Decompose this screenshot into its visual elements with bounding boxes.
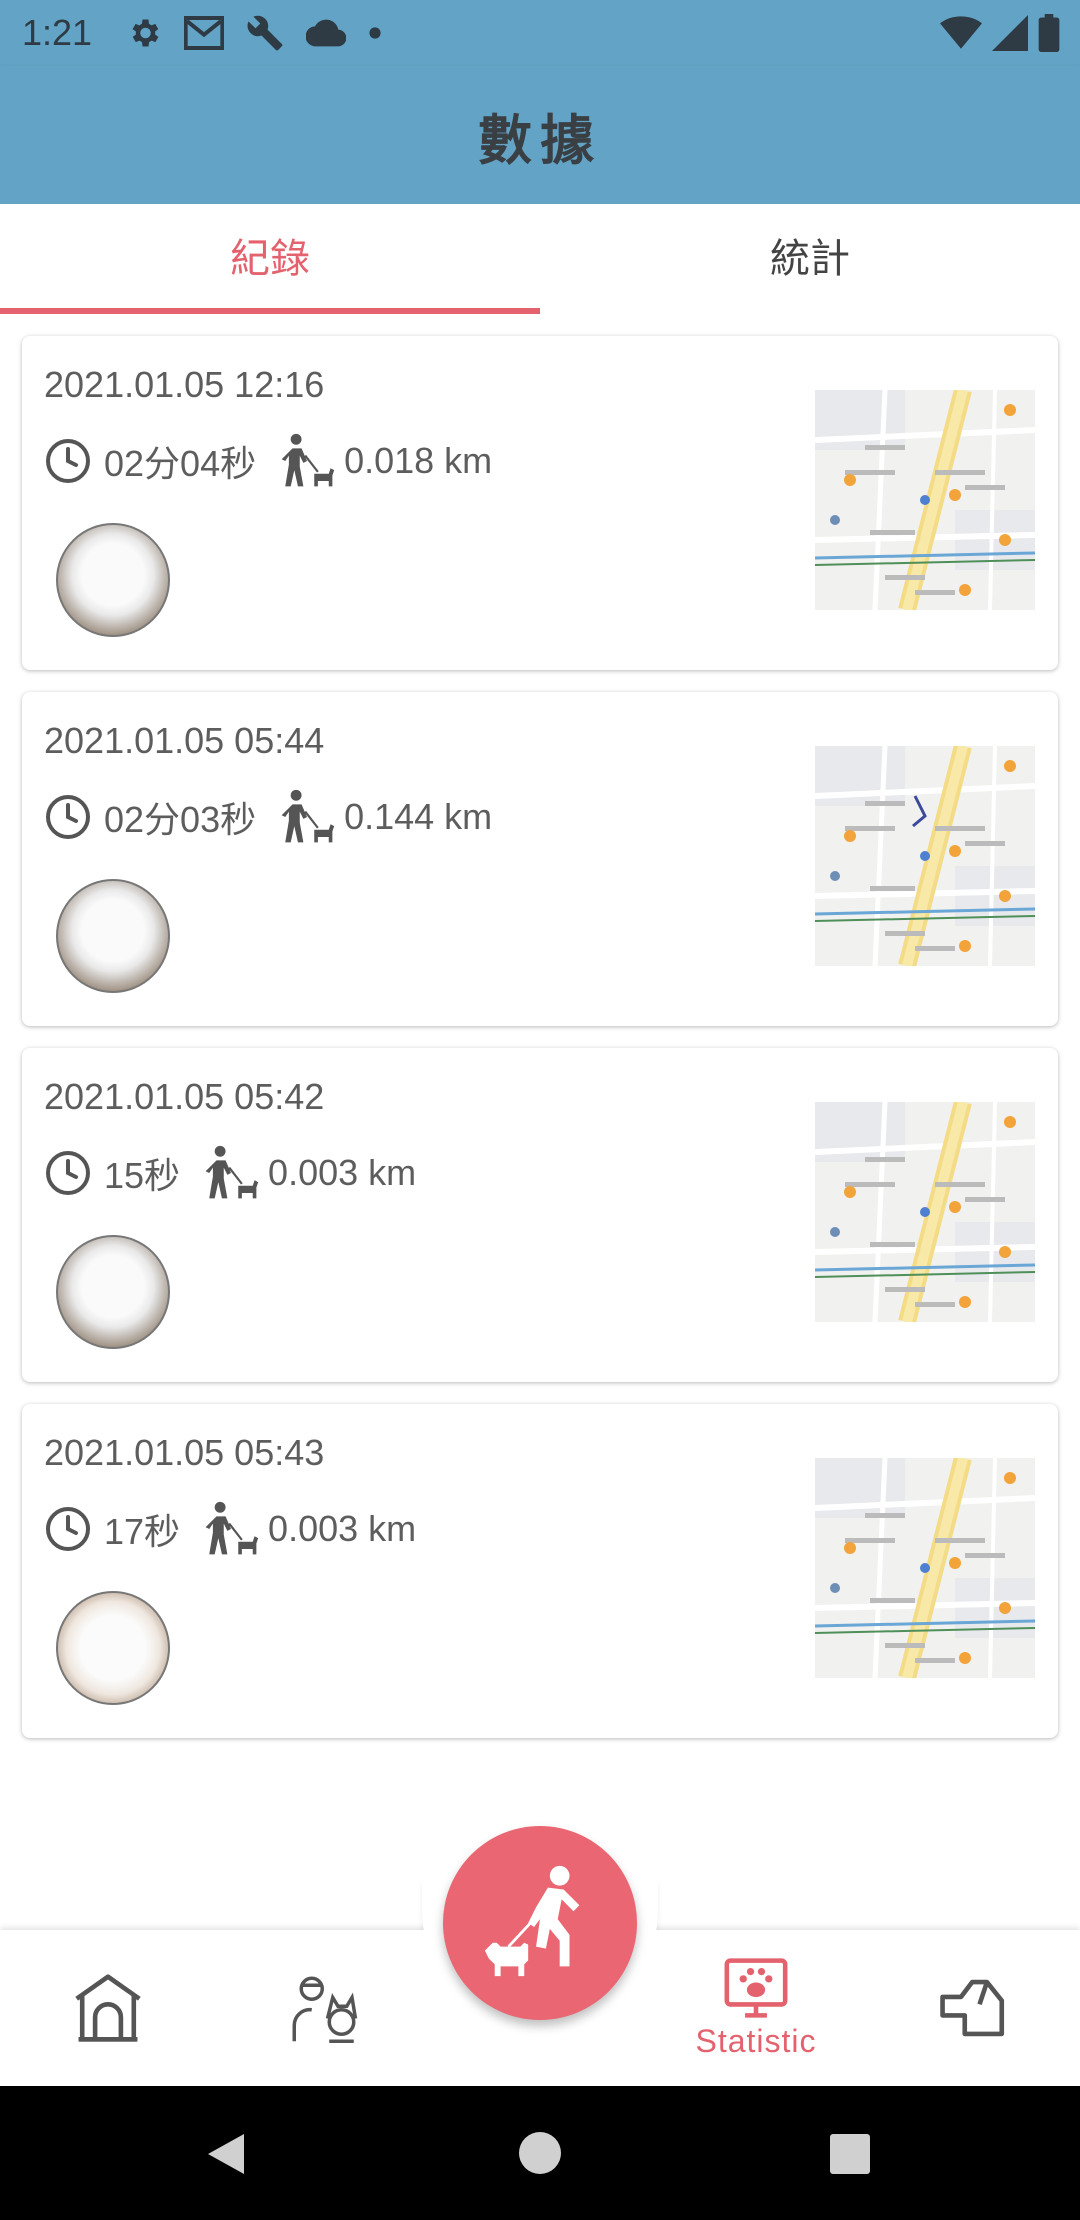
route-map-thumbnail: [815, 1102, 1035, 1322]
route-map-thumbnail: [815, 1458, 1035, 1678]
status-icons-right: [940, 14, 1060, 52]
app-bar: 數據: [0, 66, 1080, 204]
paw-board-icon: [724, 1957, 788, 2018]
clock-icon: [46, 795, 90, 839]
walking-dog-icon: [281, 789, 335, 843]
record-datetime: 2021.01.05 05:42: [44, 1076, 325, 1117]
wifi-icon: [940, 16, 982, 49]
owner-with-dog-icon: [292, 1976, 358, 2043]
nav-home[interactable]: [38, 1930, 178, 2086]
dog-house-icon: [75, 1974, 141, 2042]
dog-avatar: [56, 523, 170, 637]
back-icon[interactable]: [204, 2130, 248, 2178]
nav-statistic-label: Statistic: [695, 2022, 817, 2059]
signal-icon: [992, 15, 1028, 51]
route-map-thumbnail: [815, 746, 1035, 966]
dog-avatar: [56, 1591, 170, 1705]
page-title: 數據: [478, 109, 602, 172]
tab-records[interactable]: 紀錄: [0, 204, 540, 314]
start-walk-button[interactable]: [443, 1826, 637, 2020]
record-distance: 0.018 km: [344, 440, 493, 481]
walk-dog-icon: [484, 1865, 580, 1977]
nav-pet[interactable]: [904, 1930, 1044, 2086]
status-time: 1:21: [22, 12, 93, 53]
cloud-icon: [306, 19, 346, 47]
home-icon[interactable]: [519, 2132, 561, 2174]
dog-avatar: [56, 1235, 170, 1349]
tab-statistics[interactable]: 統計: [540, 204, 1080, 314]
tab-bar: 紀錄 統計: [0, 204, 1080, 314]
record-datetime: 2021.01.05 05:44: [44, 720, 325, 761]
gear-icon: [132, 19, 159, 47]
gmail-icon: [184, 16, 224, 50]
tab-indicator: [0, 308, 540, 314]
record-stats: 02分03秒 0.144 km: [44, 787, 492, 847]
system-navigation-bar: [0, 2086, 1080, 2220]
status-bar: 1:21: [0, 0, 1080, 66]
clock-icon: [46, 439, 90, 483]
wrench-icon: [247, 15, 283, 51]
walking-dog-icon: [281, 433, 335, 487]
record-duration: 02分04秒: [104, 443, 257, 484]
record-stats: 17秒 0.003 km: [44, 1499, 416, 1559]
walking-dog-icon: [205, 1501, 259, 1555]
record-duration: 02分03秒: [104, 799, 257, 840]
dog-head-icon: [940, 1979, 1005, 2037]
clock-icon: [46, 1507, 90, 1551]
record-card[interactable]: 2021.01.05 05:42 15秒 0.003 km: [22, 1048, 1058, 1382]
record-card[interactable]: 2021.01.05 05:43 17秒 0.003 km: [22, 1404, 1058, 1738]
recents-icon[interactable]: [830, 2134, 870, 2174]
clock-icon: [46, 1151, 90, 1195]
record-card[interactable]: 2021.01.05 12:16 02分04秒 0.018 km: [22, 336, 1058, 670]
record-duration: 17秒: [104, 1511, 181, 1552]
battery-icon: [1038, 14, 1060, 52]
status-icons-left: [126, 14, 382, 52]
nav-profile[interactable]: [254, 1930, 394, 2086]
record-duration: 15秒: [104, 1155, 181, 1196]
record-stats: 15秒 0.003 km: [44, 1143, 416, 1203]
record-datetime: 2021.01.05 12:16: [44, 364, 325, 405]
walking-dog-icon: [205, 1145, 259, 1199]
dog-avatar: [56, 879, 170, 993]
record-stats: 02分04秒 0.018 km: [44, 431, 492, 491]
record-distance: 0.003 km: [268, 1152, 417, 1193]
record-distance: 0.003 km: [268, 1508, 417, 1549]
record-distance: 0.144 km: [344, 796, 493, 837]
dot-icon: [369, 27, 381, 39]
record-datetime: 2021.01.05 05:43: [44, 1432, 325, 1473]
nav-statistic[interactable]: Statistic: [686, 1930, 826, 2086]
record-card[interactable]: 2021.01.05 05:44 02分03秒 0.144 km: [22, 692, 1058, 1026]
route-map-thumbnail: [815, 390, 1035, 610]
